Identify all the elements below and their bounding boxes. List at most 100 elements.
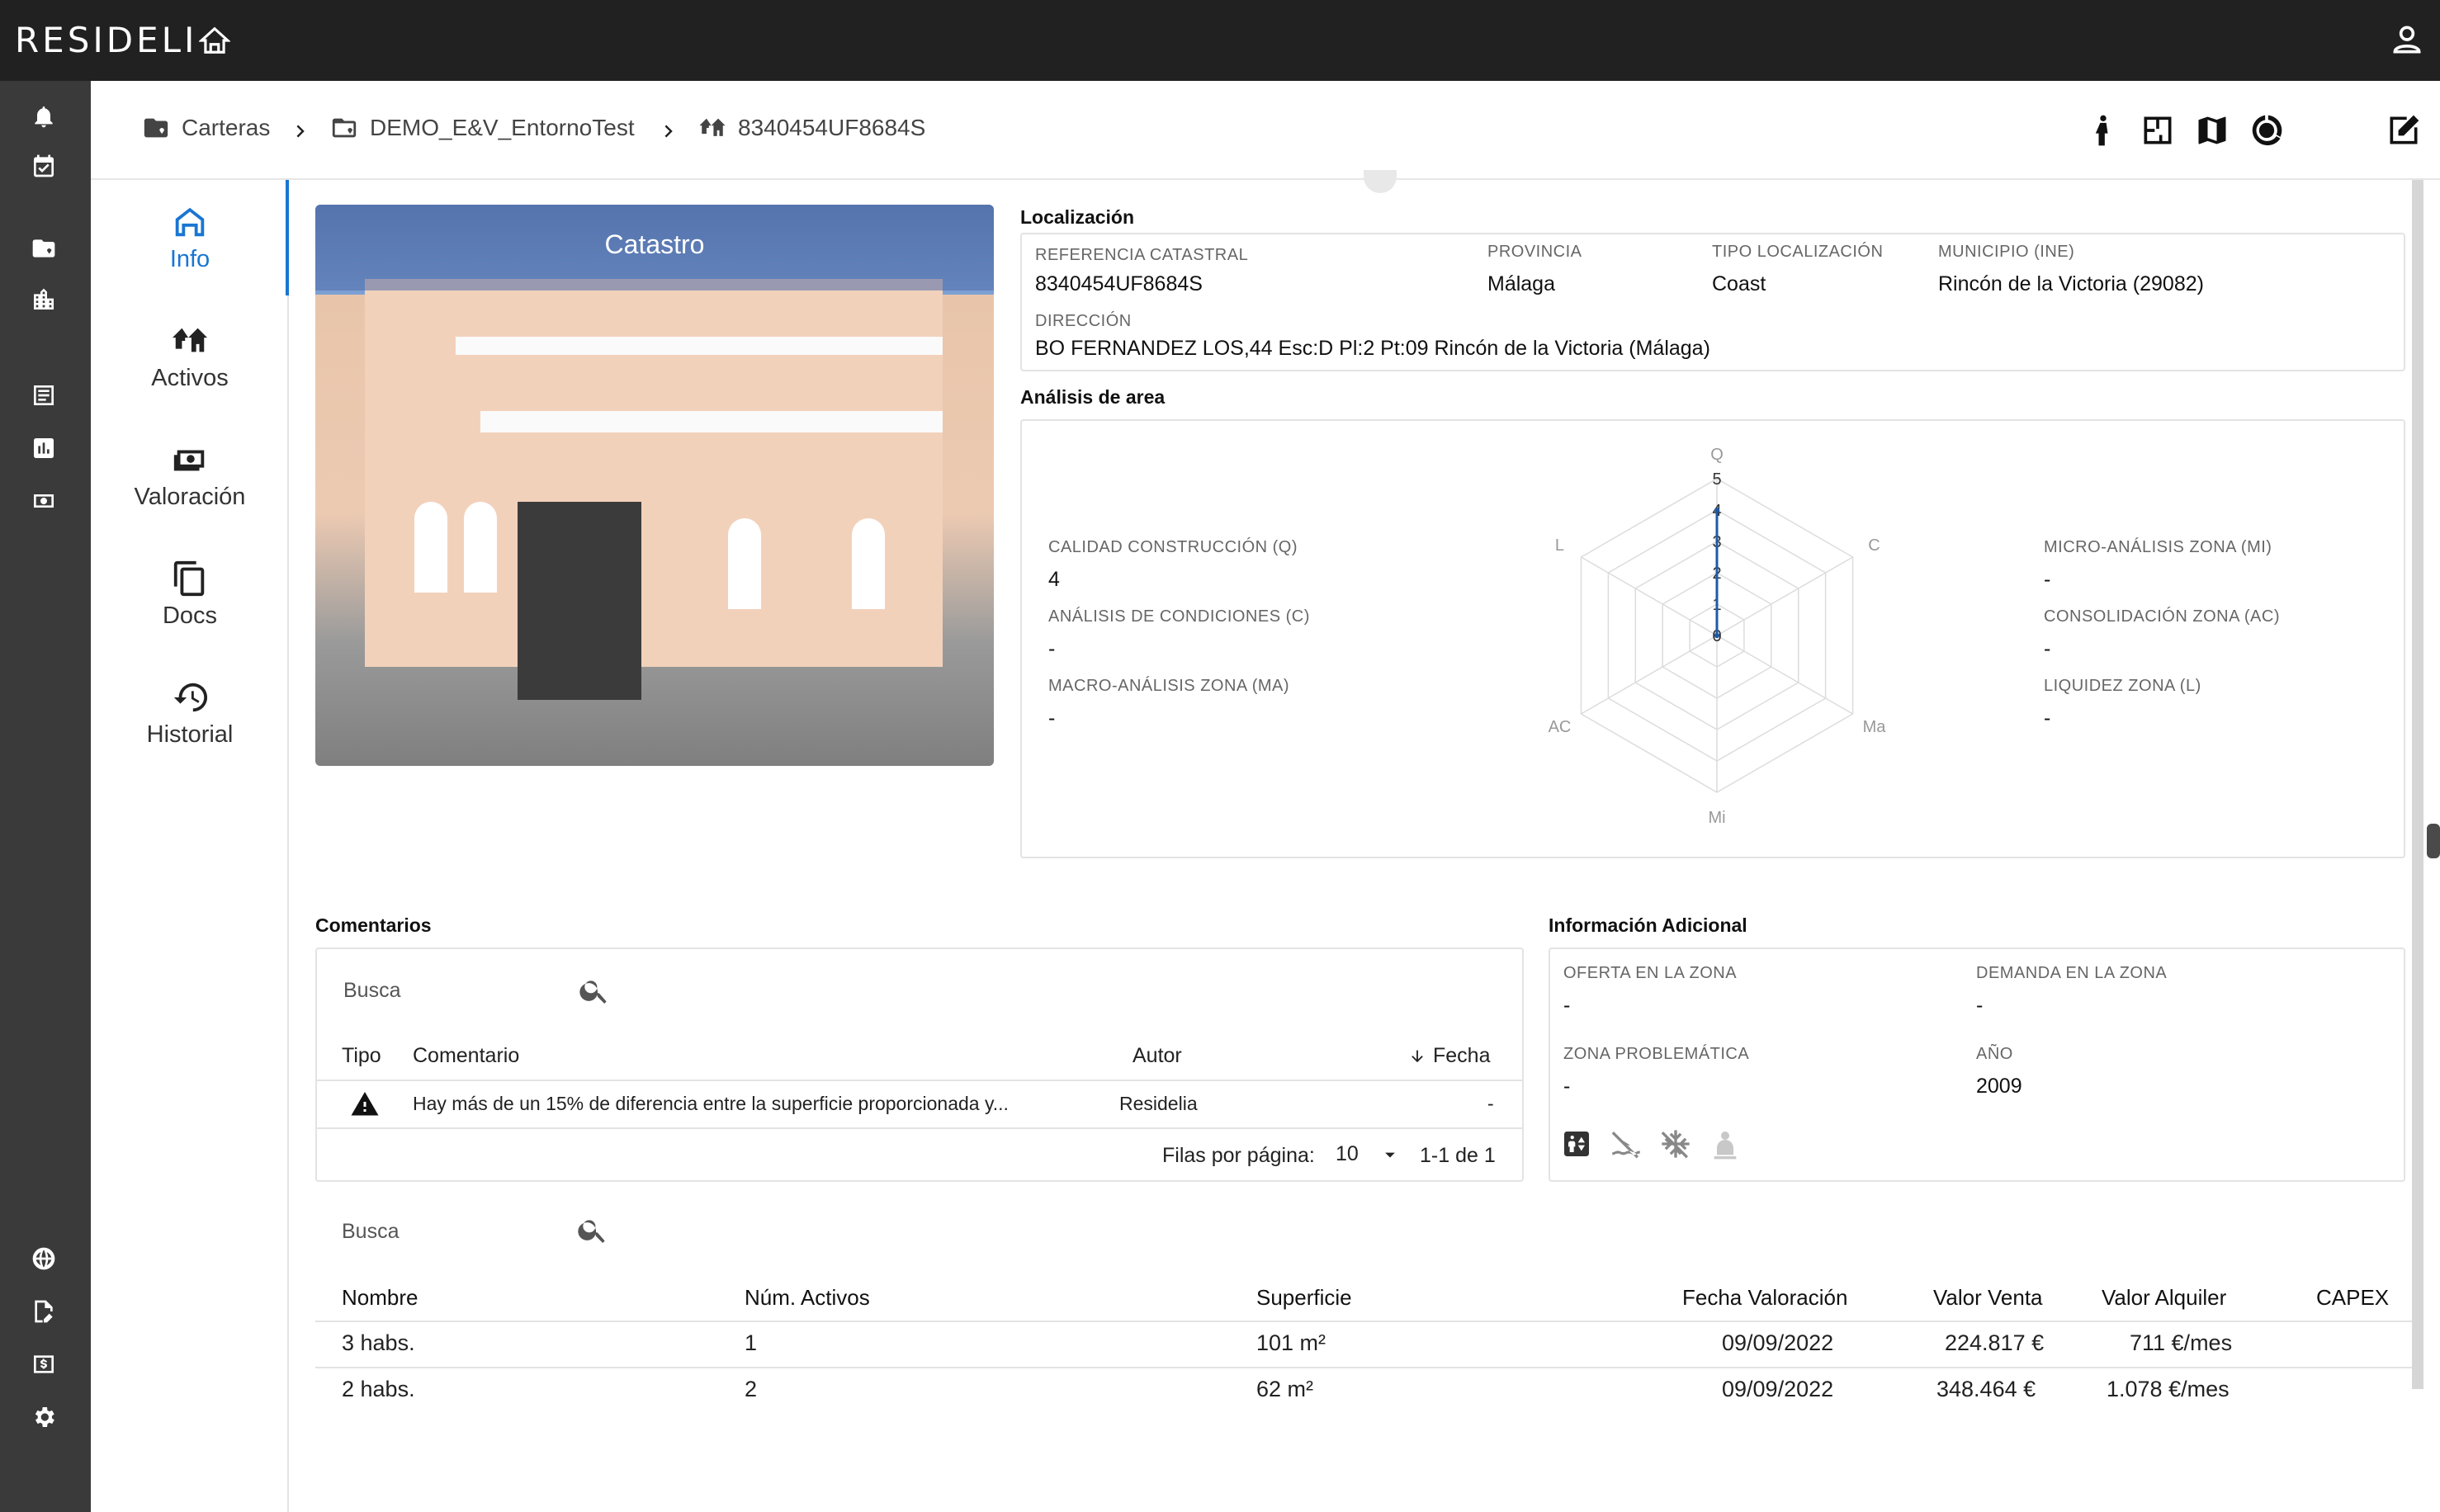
house-logo-icon [199,26,231,54]
calidad-label: CALIDAD CONSTRUCCIÓN (Q) [1048,538,1298,556]
arrow-down-icon [1412,1050,1423,1062]
condiciones-label: ANÁLISIS DE CONDICIONES (C) [1048,607,1310,626]
comment-date: - [1487,1093,1494,1114]
floor-plan-icon[interactable] [2138,111,2178,150]
chevron-right-icon [657,117,682,145]
cell-nombre: 3 habs. [342,1330,415,1355]
property-photo[interactable]: Catastro [315,205,994,766]
col-superficie[interactable]: Superficie [1256,1285,1352,1311]
nav-tab-historial[interactable]: Historial [91,664,289,763]
currency-exchange-icon[interactable] [28,1349,59,1380]
cell-nombre: 2 habs. [342,1377,415,1401]
folder-location-icon[interactable] [28,233,59,264]
garage-door-shape [518,502,641,700]
radar-axis-line [1716,556,1853,636]
rows-per-page-value: 10 [1336,1142,1359,1165]
nav-tab-docs[interactable]: Docs [91,545,289,644]
municipio-label: MUNICIPIO (INE) [1938,243,2075,261]
col-nombre[interactable]: Nombre [342,1285,418,1311]
comment-author: Residelia [1119,1093,1198,1114]
liquidez-label: LIQUIDEZ ZONA (L) [2044,677,2201,695]
nav-tab-activos[interactable]: Activos [91,307,289,406]
scrollbar-thumb[interactable] [2427,824,2440,858]
radar-axis-line [1716,635,1853,715]
anio-label: AÑO [1976,1045,2013,1063]
anio-value: 2009 [1976,1075,2022,1098]
calidad-value: 4 [1048,568,1060,591]
col-autor[interactable]: Autor [1133,1044,1182,1068]
col-fecha-valoracion[interactable]: Fecha Valoración [1682,1285,1847,1311]
search-icon[interactable] [576,1213,609,1246]
rows-per-page-select[interactable]: 10 [1336,1142,1402,1166]
person-icon[interactable] [2083,111,2123,150]
nav-tab-label: Info [169,245,210,272]
comentarios-title: Comentarios [315,914,432,936]
search-icon[interactable] [578,974,611,1007]
breadcrumb-label: Carteras [182,115,271,140]
direccion-value: BO FERNANDEZ LOS,44 Esc:D Pl:2 Pt:09 Rin… [1035,337,1710,360]
warning-icon [348,1089,381,1119]
breadcrumb-asset[interactable]: 8340454UF8684S [698,114,925,142]
settings-gear-icon[interactable] [28,1401,59,1433]
radar-axis-line [1581,635,1718,715]
cell-num-activos: 1 [745,1330,758,1355]
edit-square-icon[interactable] [2384,111,2423,150]
tipologias-search-input[interactable]: Busca [342,1220,399,1244]
collapse-handle[interactable] [1364,170,1397,193]
globe-icon[interactable] [28,1243,59,1274]
tipo-localizacion-label: TIPO LOCALIZACIÓN [1712,243,1884,261]
col-num-activos[interactable]: Núm. Activos [745,1285,870,1311]
radar-axis-label: L [1555,536,1564,555]
col-comentario[interactable]: Comentario [413,1044,519,1068]
breadcrumb-carteras[interactable]: Carteras [142,114,270,142]
data-usage-icon[interactable] [2247,111,2286,150]
tipo-localizacion-value: Coast [1712,272,1766,295]
radar-axis-label: AC [1549,718,1572,736]
col-valor-alquiler[interactable]: Valor Alquiler [2102,1285,2226,1311]
scrollbar-track[interactable] [2412,180,2423,1389]
cell-valor-alquiler: 711 €/mes [2130,1330,2233,1355]
cell-valor-venta: 348.464 € [1936,1377,2036,1401]
money-icon[interactable] [28,485,59,517]
map-icon[interactable] [2192,111,2232,150]
rows-per-page-label: Filas por página: [1162,1144,1315,1167]
nav-tab-valoracion[interactable]: Valoración [91,426,289,525]
nav-tab-label: Valoración [134,483,246,510]
col-fecha[interactable]: Fecha [1408,1044,1490,1068]
analytics-icon[interactable] [28,432,59,464]
zona-problematica-label: ZONA PROBLEMÁTICA [1563,1045,1750,1063]
comentarios-search-input[interactable]: Busca [343,979,400,1003]
col-tipo[interactable]: Tipo [342,1044,381,1068]
municipio-value: Rincón de la Victoria (29082) [1938,272,2204,295]
radar-axis-label: Mi [1708,809,1725,825]
home-icon [175,207,205,236]
logo-text: RESIDELI [15,20,198,60]
nav-tab-info[interactable]: Info [91,188,289,287]
photo-caption: Catastro [604,229,705,259]
calendar-check-icon[interactable] [28,150,59,182]
provincia-value: Málaga [1487,272,1555,295]
divider [317,1080,1522,1081]
consolidacion-value: - [2044,637,2051,660]
window-shape [464,502,497,593]
oferta-label: OFERTA EN LA ZONA [1563,964,1738,982]
breadcrumb-portfolio[interactable]: DEMO_E&V_EntornoTest [330,114,635,142]
col-fecha-label: Fecha [1433,1044,1491,1067]
nav-tab-label: Historial [146,721,234,748]
list-alt-icon[interactable] [28,380,59,411]
divider [315,1367,2412,1368]
buildings-icon[interactable] [28,284,59,315]
edit-document-icon[interactable] [28,1296,59,1327]
balcony-shape [456,337,943,355]
user-account-icon[interactable] [2389,21,2425,58]
chevron-right-icon [289,117,314,145]
app-logo[interactable]: RESIDELI [15,20,231,60]
comment-text[interactable]: Hay más de un 15% de diferencia entre la… [413,1093,1009,1115]
col-capex[interactable]: CAPEX [2316,1285,2389,1311]
dropdown-arrow-icon [1385,1152,1395,1157]
col-valor-venta[interactable]: Valor Venta [1933,1285,2043,1311]
radar-axis-line [1581,556,1718,636]
concierge-icon [1709,1127,1742,1160]
window-shape [728,518,761,609]
notifications-bell-icon[interactable] [28,101,59,132]
